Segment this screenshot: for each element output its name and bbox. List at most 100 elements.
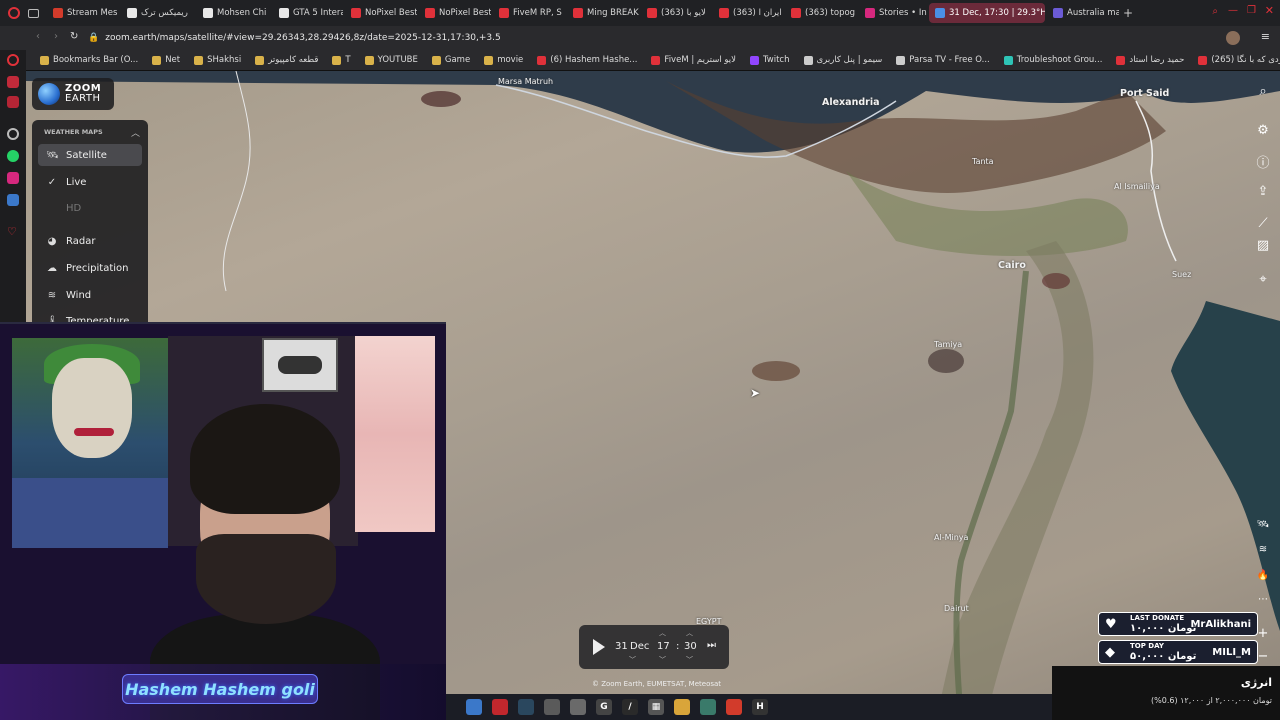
hour-up-icon[interactable]: ︿ bbox=[659, 628, 666, 638]
bookmark-item[interactable]: SHakhsi bbox=[188, 55, 247, 65]
bookmark-item[interactable]: T bbox=[326, 55, 356, 65]
instagram-icon[interactable] bbox=[7, 172, 19, 184]
layer-satellite[interactable]: 🛰 Satellite bbox=[38, 144, 142, 166]
browser-tab[interactable]: (363) ایران ا bbox=[713, 3, 783, 23]
g-app-icon[interactable]: G bbox=[596, 699, 612, 715]
steam-icon[interactable] bbox=[518, 699, 534, 715]
browser-tab[interactable]: NoPixel Best bbox=[345, 3, 417, 23]
bookmark-item[interactable]: Game bbox=[426, 55, 476, 65]
bookmark-item[interactable]: Net bbox=[146, 55, 186, 65]
settings-icon[interactable]: ⚙ bbox=[1252, 119, 1274, 141]
browser-tab[interactable]: ریمیکس ترک bbox=[121, 3, 195, 23]
browser-tab[interactable]: (363) لایو با bbox=[641, 3, 711, 23]
game-controller-box bbox=[262, 338, 338, 392]
browser-tab[interactable]: Australia ma bbox=[1047, 3, 1119, 23]
reload-icon[interactable]: ↻ bbox=[70, 31, 78, 42]
draw-line-icon[interactable]: ⟋ bbox=[1252, 212, 1274, 234]
search-icon[interactable]: ⌕ bbox=[1252, 80, 1274, 102]
sidebar-aria-icon[interactable] bbox=[7, 54, 19, 66]
heart-icon[interactable]: ♡ bbox=[7, 226, 19, 238]
bookmark-item[interactable]: حمید رضا استاد bbox=[1110, 55, 1190, 65]
layer-precipitation[interactable]: ☁ Precipitation bbox=[38, 257, 142, 279]
bookmark-item[interactable]: FiveM | لایو استریم bbox=[645, 55, 742, 65]
bookmark-item[interactable]: Parsa TV - Free O... bbox=[890, 55, 995, 65]
time-hour[interactable]: 17 bbox=[657, 641, 670, 652]
minute-up-icon[interactable]: ︿ bbox=[686, 628, 693, 638]
menu-icon[interactable]: ≡ bbox=[1261, 30, 1270, 43]
extensions-icon[interactable] bbox=[1226, 31, 1240, 45]
sidebar-settings-icon[interactable] bbox=[7, 128, 19, 140]
bookmark-icon bbox=[803, 55, 813, 65]
chrome-icon[interactable] bbox=[726, 699, 742, 715]
hour-down-icon[interactable]: ﹀ bbox=[659, 655, 666, 665]
tab-list-icon[interactable] bbox=[28, 8, 39, 18]
layer-hd[interactable]: HD bbox=[38, 197, 142, 219]
measure-icon[interactable]: ▨ bbox=[1252, 234, 1274, 256]
close-button[interactable]: ✕ bbox=[1265, 4, 1274, 17]
bookmark-item[interactable]: قطعه کامپیوتر bbox=[249, 55, 324, 65]
layer-wind[interactable]: ≋ Wind bbox=[38, 284, 142, 306]
search-tabs-icon[interactable]: ⌕ bbox=[1212, 6, 1218, 17]
bookmark-icon bbox=[332, 55, 342, 65]
calculator-icon[interactable]: ▦ bbox=[648, 699, 664, 715]
sidebar-music-icon[interactable] bbox=[7, 96, 19, 108]
browser-tab[interactable]: (363) topog bbox=[785, 3, 857, 23]
bookmark-item[interactable]: movie bbox=[478, 55, 529, 65]
maximize-button[interactable]: ❐ bbox=[1247, 5, 1256, 16]
browser-tab[interactable]: Mohsen Chi bbox=[197, 3, 271, 23]
collapse-icon[interactable]: ︿ bbox=[131, 126, 140, 139]
shield-icon[interactable] bbox=[570, 699, 586, 715]
day-down-icon[interactable]: ﹀ bbox=[629, 655, 636, 665]
info-icon[interactable]: ⓘ bbox=[1252, 150, 1274, 172]
back-icon[interactable]: ‹ bbox=[36, 31, 40, 42]
file-explorer-icon[interactable] bbox=[466, 699, 482, 715]
browser-tab[interactable]: 31 Dec, 17:30 | 29.3°H bbox=[929, 3, 1045, 23]
minute-down-icon[interactable]: ﹀ bbox=[686, 655, 693, 665]
forward-icon[interactable]: › bbox=[54, 31, 58, 42]
browser-logo-icon[interactable] bbox=[8, 7, 20, 19]
minimize-button[interactable]: — bbox=[1228, 5, 1238, 16]
new-tab-button[interactable]: + bbox=[1123, 6, 1133, 20]
sidebar-shop-icon[interactable] bbox=[7, 76, 19, 88]
top-day-amount: ۵۰,۰۰۰ تومان bbox=[1130, 651, 1197, 662]
bookmark-item[interactable]: YOUTUBE bbox=[359, 55, 424, 65]
opera-icon[interactable] bbox=[492, 699, 508, 715]
whatsapp-icon[interactable] bbox=[7, 150, 19, 162]
time-minute[interactable]: 30 bbox=[684, 641, 697, 652]
sidebar-app-icon[interactable] bbox=[7, 194, 19, 206]
box-icon[interactable] bbox=[700, 699, 716, 715]
satellite-side-icon[interactable]: 🛰 bbox=[1252, 513, 1274, 535]
share-icon[interactable]: ⇪ bbox=[1252, 180, 1274, 202]
time-day[interactable]: 31 bbox=[615, 641, 628, 652]
wind-side-icon[interactable]: ≋ bbox=[1252, 538, 1274, 560]
browser-tab[interactable]: GTA 5 Intera bbox=[273, 3, 343, 23]
app-icon[interactable] bbox=[544, 699, 560, 715]
time-month[interactable]: Dec bbox=[630, 641, 649, 652]
h-app-icon[interactable]: H bbox=[752, 699, 768, 715]
browser-tab[interactable]: NoPixel Best bbox=[419, 3, 491, 23]
address-bar[interactable]: 🔒 zoom.earth/maps/satellite/#view=29.263… bbox=[88, 29, 1088, 47]
url-text: zoom.earth/maps/satellite/#view=29.26343… bbox=[105, 33, 501, 43]
bookmark-item[interactable]: سیمو | پنل کاربری bbox=[798, 55, 889, 65]
browser-tab[interactable]: Ming BREAK bbox=[567, 3, 639, 23]
bookmark-label: YOUTUBE bbox=[377, 55, 418, 65]
more-icon[interactable]: ⋯ bbox=[1252, 588, 1274, 610]
bookmark-item[interactable]: Troubleshoot Grou... bbox=[998, 55, 1109, 65]
layer-live[interactable]: ✓ Live bbox=[38, 171, 142, 193]
browser-tab[interactable]: Stories • Ins bbox=[859, 3, 927, 23]
bookmark-item[interactable]: Twitch bbox=[744, 55, 796, 65]
bookmark-item[interactable]: (265) مردی که با نگا... bbox=[1192, 55, 1280, 65]
bookmark-item[interactable]: (6) Hashem Hashe... bbox=[531, 55, 643, 65]
zoom-earth-logo[interactable]: ZOOM EARTH bbox=[32, 78, 114, 110]
folder-icon[interactable] bbox=[674, 699, 690, 715]
layer-radar[interactable]: ◕ Radar bbox=[38, 230, 142, 252]
bookmark-item[interactable]: Bookmarks Bar (O... bbox=[34, 55, 144, 65]
browser-tab[interactable]: FiveM RP, S bbox=[493, 3, 565, 23]
tab-label: Stream Mes bbox=[67, 8, 118, 18]
skip-to-now-icon[interactable]: ⏭ bbox=[707, 640, 716, 651]
browser-tab[interactable]: Stream Mes bbox=[47, 3, 119, 23]
fire-icon[interactable]: 🔥 bbox=[1252, 564, 1274, 586]
pen-icon[interactable]: / bbox=[622, 699, 638, 715]
play-icon[interactable] bbox=[593, 639, 605, 655]
locate-icon[interactable]: ⌖ bbox=[1252, 268, 1274, 290]
